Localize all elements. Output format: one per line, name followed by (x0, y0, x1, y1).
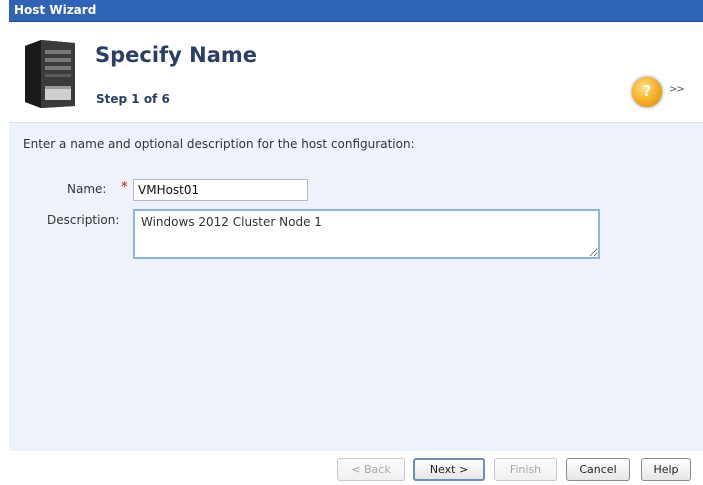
server-tower-icon (25, 40, 75, 108)
window-title: Host Wizard (14, 3, 97, 17)
cancel-button[interactable]: Cancel (566, 458, 630, 481)
name-input[interactable] (133, 179, 308, 201)
required-asterisk-icon: * (121, 180, 128, 195)
finish-button[interactable]: Finish (494, 458, 557, 481)
question-mark-icon[interactable]: ? (631, 76, 663, 108)
description-textarea[interactable]: Windows 2012 Cluster Node 1 (133, 209, 600, 259)
back-button[interactable]: < Back (337, 458, 405, 481)
instruction-text: Enter a name and optional description fo… (23, 137, 415, 151)
expand-chevron-icon[interactable]: >> (669, 84, 685, 95)
help-button[interactable]: Help (641, 458, 691, 481)
host-wizard-window: Host Wizard Specify Name Step 1 of 6 ? >… (9, 0, 703, 485)
wizard-content: Enter a name and optional description fo… (9, 122, 703, 451)
help-glyph: ? (642, 82, 652, 100)
step-indicator: Step 1 of 6 (96, 92, 170, 106)
next-button[interactable]: Next > (413, 458, 485, 481)
title-bar: Host Wizard (9, 0, 703, 22)
wizard-page-title: Specify Name (95, 43, 258, 67)
wizard-footer: < Back Next > Finish Cancel Help (9, 451, 703, 485)
name-label: Name: (67, 182, 107, 196)
wizard-header: Specify Name Step 1 of 6 ? >> (9, 22, 703, 120)
description-label: Description: (47, 213, 120, 227)
